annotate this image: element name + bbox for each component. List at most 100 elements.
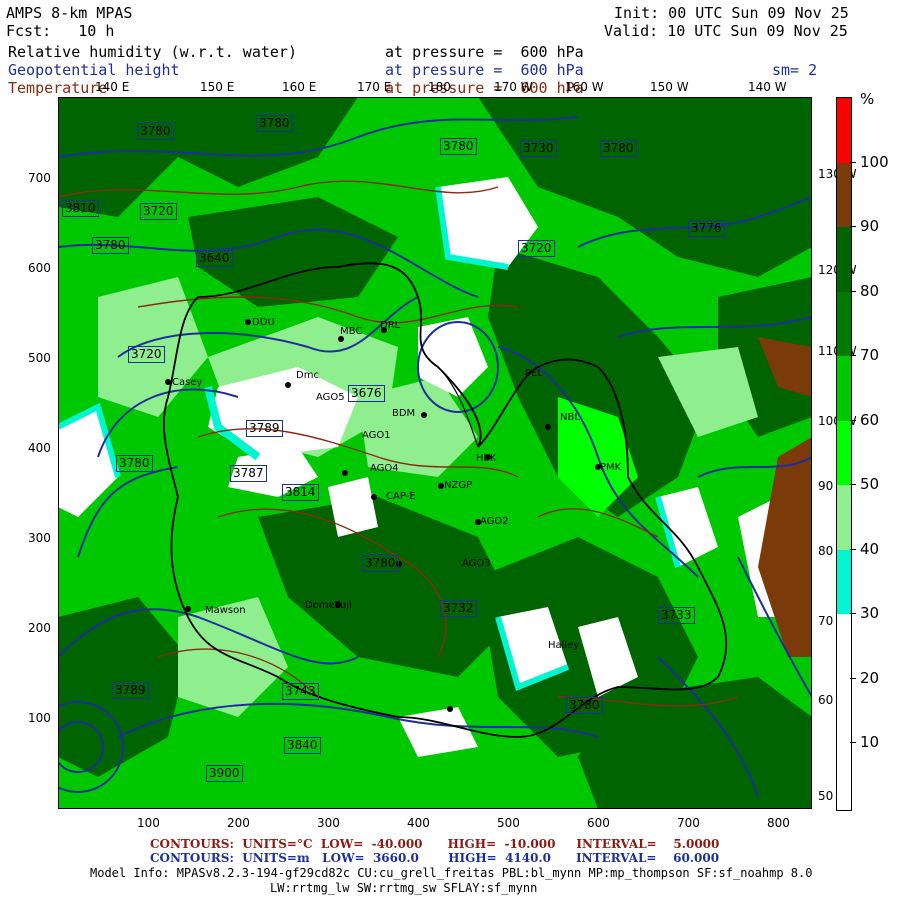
height-label: 3720 [518,240,555,257]
colorbar-segment [837,614,851,810]
colorbar-tick [850,613,856,614]
station-label: DRL [380,320,401,331]
height-label: 3810 [62,200,99,217]
lon-label: 170 E [357,80,392,94]
lon-label: 170 W [494,80,533,94]
colorbar-label: 10 [860,733,880,751]
colorbar-tick [850,162,856,163]
colorbar-tick [850,742,856,743]
station-label: BDM [392,408,416,419]
height-label: 3814 [282,484,319,501]
station-label: DDU [252,317,275,328]
colorbar-segment [837,485,851,550]
field-temp-level: at pressure = 600 hPa [385,79,584,97]
valid-time: Valid: 10 UTC Sun 09 Nov 25 [604,22,848,40]
field-height-label: Geopotential height [8,61,180,79]
height-label: 3780 [566,697,603,714]
height-label: 3900 [206,765,243,782]
station-label: NBL [560,412,580,423]
height-label: 3640 [196,250,233,267]
colorbar-label: 40 [860,540,880,558]
height-label: 3676 [348,385,385,402]
colorbar-segment [837,550,851,614]
y-tick-label: 600 [28,261,51,275]
model-title: AMPS 8-km MPAS [6,4,133,22]
height-label: 3780 [256,115,293,132]
colorbar-segment [837,163,851,227]
lon-label: 180 [428,80,451,94]
height-label: 3780 [600,140,637,157]
station-label: Dmc [296,370,319,381]
colorbar-unit: % [860,90,875,108]
x-tick-label: 500 [497,816,520,830]
x-tick-label: 800 [767,816,790,830]
y-tick-label: 500 [28,351,51,365]
station-label: Casey [172,377,203,388]
height-label: 3730 [520,140,557,157]
colorbar-segment [837,421,851,485]
height-label: 3780 [362,555,399,572]
lon-label: 140 E [95,80,130,94]
height-label: 3732 [440,600,477,617]
height-label: 3840 [284,737,321,754]
colorbar-tick [850,291,856,292]
colorbar-tick [850,678,856,679]
model-info: Model Info: MPASv8.2.3-194-gf29cd82c CU:… [90,866,813,880]
station-label: AGO2 [480,516,509,527]
x-tick-label: 100 [137,816,160,830]
model-info-physics: LW:rrtmg_lw SW:rrtmg_sw SFLAY:sf_mynn [270,881,538,895]
colorbar-segment [837,98,851,163]
colorbar-tick [850,355,856,356]
height-label: 3733 [658,607,695,624]
temp-contour-info: CONTOURS: UNITS=°C LOW= -40.000 HIGH= -1… [150,837,720,851]
y-tick-label: 200 [28,621,51,635]
colorbar-segment [837,356,851,421]
station-label: AGO1 [362,430,391,441]
height-contour-info: CONTOURS: UNITS=m LOW= 3660.0 HIGH= 4140… [150,851,720,865]
field-temp-label: Temperature [8,79,108,97]
height-label: 3780 [92,237,129,254]
y-tick-label: 700 [28,171,51,185]
station-label: AGO4 [370,463,399,474]
lon-label: 160 W [565,80,604,94]
colorbar-tick [850,420,856,421]
lon-label: 160 E [282,80,317,94]
rh-colorbar [836,97,852,811]
station-label: AGO3 [462,558,491,569]
height-label: 3789 [246,420,283,437]
field-rh-label: Relative humidity (w.r.t. water) [8,43,297,61]
station-label: AGO5 [316,392,345,403]
height-label: 3780 [440,138,477,155]
forecast-hour: Fcst: 10 h [6,22,115,40]
x-tick-label: 200 [227,816,250,830]
y-tick-label: 300 [28,531,51,545]
station-label: HbK [476,453,497,464]
smoothing-label: sm= 2 [772,61,818,79]
x-tick-label: 300 [317,816,340,830]
station-label: Mawson [205,605,246,616]
colorbar-label: 100 [860,153,889,171]
station-label: PEL [525,368,543,379]
height-label: 3787 [230,465,267,482]
colorbar-tick [850,226,856,227]
height-label: 3743 [282,683,319,700]
y-tick-label: 400 [28,441,51,455]
colorbar-label: 80 [860,282,880,300]
height-label: 3720 [140,203,177,220]
x-tick-label: 700 [677,816,700,830]
colorbar-label: 70 [860,346,880,364]
x-tick-label: 600 [587,816,610,830]
colorbar-segment [837,227,851,292]
colorbar-tick [850,549,856,550]
height-label: 3789 [112,682,149,699]
init-time: Init: 00 UTC Sun 09 Nov 25 [614,4,849,22]
x-tick-label: 400 [407,816,430,830]
station-label: CAP-E [386,491,416,502]
height-label: 3720 [128,346,165,363]
y-tick-label: 100 [28,711,51,725]
lon-label: 150 W [650,80,689,94]
field-height-level: at pressure = 600 hPa [385,61,584,79]
colorbar-label: 20 [860,669,880,687]
colorbar-tick [850,484,856,485]
height-label: 3776 [688,220,725,237]
